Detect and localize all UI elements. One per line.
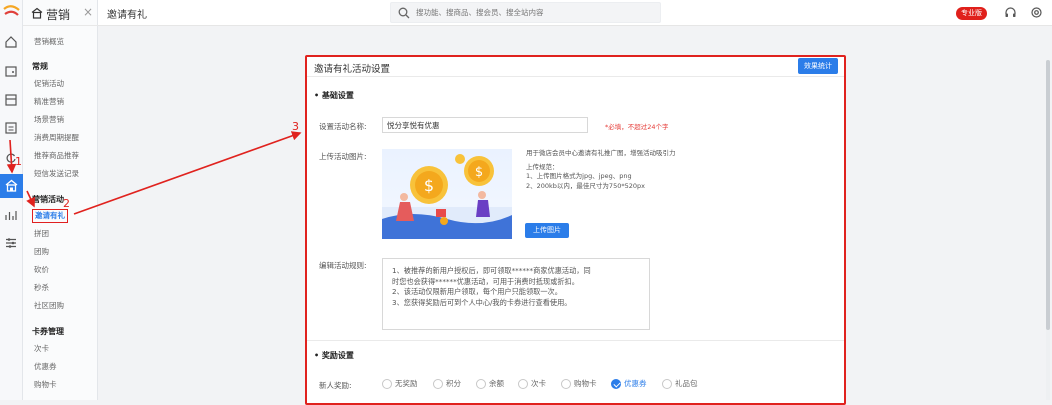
close-icon[interactable]: × xyxy=(83,5,93,19)
submenu-header: 营销 × xyxy=(23,0,98,26)
submenu-item[interactable]: 推荐商品推荐 xyxy=(34,151,79,161)
svg-text:$: $ xyxy=(475,165,483,180)
page-scrollbar[interactable] xyxy=(1046,60,1050,400)
submenu-item[interactable]: 拼团 xyxy=(34,229,49,239)
check-icon xyxy=(611,379,621,389)
image-desc-line: 2、200kb以内，最佳尺寸为750*520px xyxy=(526,181,645,190)
sliders-icon[interactable] xyxy=(3,235,19,251)
marketing-icon xyxy=(5,179,18,192)
submenu: 营销 × 营销概览 常规 促销活动 精准营销 场景营销 消费周期提醒 推荐商品推… xyxy=(23,0,98,400)
rules-line: 1、被推荐的新用户授权后，即可领取******商家优惠活动，同 xyxy=(392,266,591,275)
submenu-item[interactable]: 砍价 xyxy=(34,265,49,275)
scrollbar-thumb[interactable] xyxy=(1046,60,1050,330)
logo-icon[interactable] xyxy=(3,5,20,19)
radio-circle xyxy=(561,379,571,389)
submenu-item[interactable]: 购物卡 xyxy=(34,380,57,390)
rules-textarea[interactable]: 1、被推荐的新用户授权后，即可领取******商家优惠活动，同 时您也会获得**… xyxy=(382,258,650,330)
submenu-item[interactable]: 促销活动 xyxy=(34,79,64,89)
submenu-item[interactable]: 场景营销 xyxy=(34,115,64,125)
activity-name-input[interactable] xyxy=(382,117,588,133)
search-icon xyxy=(398,7,410,19)
new-user-reward-label: 新人奖励: xyxy=(319,381,352,390)
card-title: 邀请有礼活动设置 xyxy=(314,64,391,75)
gear-icon[interactable] xyxy=(1030,6,1043,19)
submenu-section-normal: 常规 xyxy=(32,62,48,71)
marketing-icon xyxy=(31,7,43,19)
reward-section-title: • 奖励设置 xyxy=(314,351,354,360)
submenu-item[interactable]: 精准营销 xyxy=(34,97,64,107)
chart-icon[interactable] xyxy=(3,207,19,223)
invite-settings-card: 邀请有礼活动设置 效果统计 • 基础设置 设置活动名称: *必填，不超过24个字… xyxy=(305,55,846,405)
search-input[interactable] xyxy=(416,5,656,20)
image-desc-line: 用于微店会员中心邀请有礼推广图，增强活动吸引力 xyxy=(526,149,676,157)
radio-circle xyxy=(476,379,486,389)
rules-line: 2、该活动仅限新用户领取，每个用户只能领取一次。 xyxy=(392,287,562,296)
radio-circle xyxy=(382,379,392,389)
search-box[interactable] xyxy=(390,2,661,23)
activity-image-preview: $ $ xyxy=(382,149,512,239)
image-spec: 用于微店会员中心邀请有礼推广图，增强活动吸引力 上传规范： 1、上传图片格式为j… xyxy=(526,149,676,191)
page-tab-title[interactable]: 邀请有礼 xyxy=(107,6,147,21)
submenu-title: 营销 xyxy=(46,8,71,22)
icon-rail xyxy=(0,0,23,400)
image-desc-line: 1、上传图片格式为jpg、jpeg、png xyxy=(526,172,632,180)
rules-line: 时您也会获得******优惠活动，可用于消费时抵现或折扣。 xyxy=(392,276,579,286)
clipboard-icon[interactable] xyxy=(3,120,19,136)
submenu-item[interactable]: 优惠券 xyxy=(34,362,57,372)
submenu-item[interactable]: 次卡 xyxy=(34,344,49,354)
divider xyxy=(307,76,844,77)
home-icon[interactable] xyxy=(3,34,19,50)
basic-section-title: • 基础设置 xyxy=(314,91,354,100)
radio-circle xyxy=(433,379,443,389)
wallet-icon[interactable] xyxy=(3,63,19,79)
divider xyxy=(307,340,844,341)
annotation-step-1: 1 xyxy=(15,155,22,168)
edition-badge: 专业版 xyxy=(956,7,987,20)
submenu-item-overview[interactable]: 营销概览 xyxy=(34,37,64,47)
svg-text:$: $ xyxy=(424,176,434,195)
headset-icon[interactable] xyxy=(1004,6,1017,19)
archive-icon[interactable] xyxy=(3,92,19,108)
submenu-item[interactable]: 秒杀 xyxy=(34,283,49,293)
rules-line: 3、您获得奖励后可到个人中心/我的卡券进行查看使用。 xyxy=(392,297,572,307)
radio-circle xyxy=(518,379,528,389)
submenu-section-marketing: 营销活动 xyxy=(32,195,64,204)
submenu-item[interactable]: 社区团购 xyxy=(34,301,64,311)
submenu-item[interactable]: 消费周期提醒 xyxy=(34,133,79,143)
submenu-section-card: 卡券管理 xyxy=(32,327,64,336)
image-desc-line: 上传规范： xyxy=(526,162,559,171)
name-label: 设置活动名称: xyxy=(319,122,367,131)
promo-illustration: $ $ xyxy=(382,154,512,239)
name-hint: *必填，不超过24个字 xyxy=(605,123,669,131)
annotation-step-3: 3 xyxy=(292,120,299,133)
submenu-item[interactable]: 团购 xyxy=(34,247,49,257)
rules-label: 编辑活动规则: xyxy=(319,261,367,270)
annotation-step-2: 2 xyxy=(63,197,70,210)
radio-circle xyxy=(662,379,672,389)
upload-image-button[interactable]: 上传图片 xyxy=(525,223,569,238)
marketing-nav-item[interactable] xyxy=(0,174,23,198)
submenu-item-invite[interactable]: 邀请有礼 xyxy=(32,209,68,223)
stats-button[interactable]: 效果统计 xyxy=(798,58,838,74)
image-label: 上传活动图片: xyxy=(319,152,367,161)
annotation-arrow-3 xyxy=(73,131,302,215)
submenu-item[interactable]: 短信发送记录 xyxy=(34,169,79,179)
top-bar: 邀请有礼 专业版 xyxy=(98,0,1052,26)
